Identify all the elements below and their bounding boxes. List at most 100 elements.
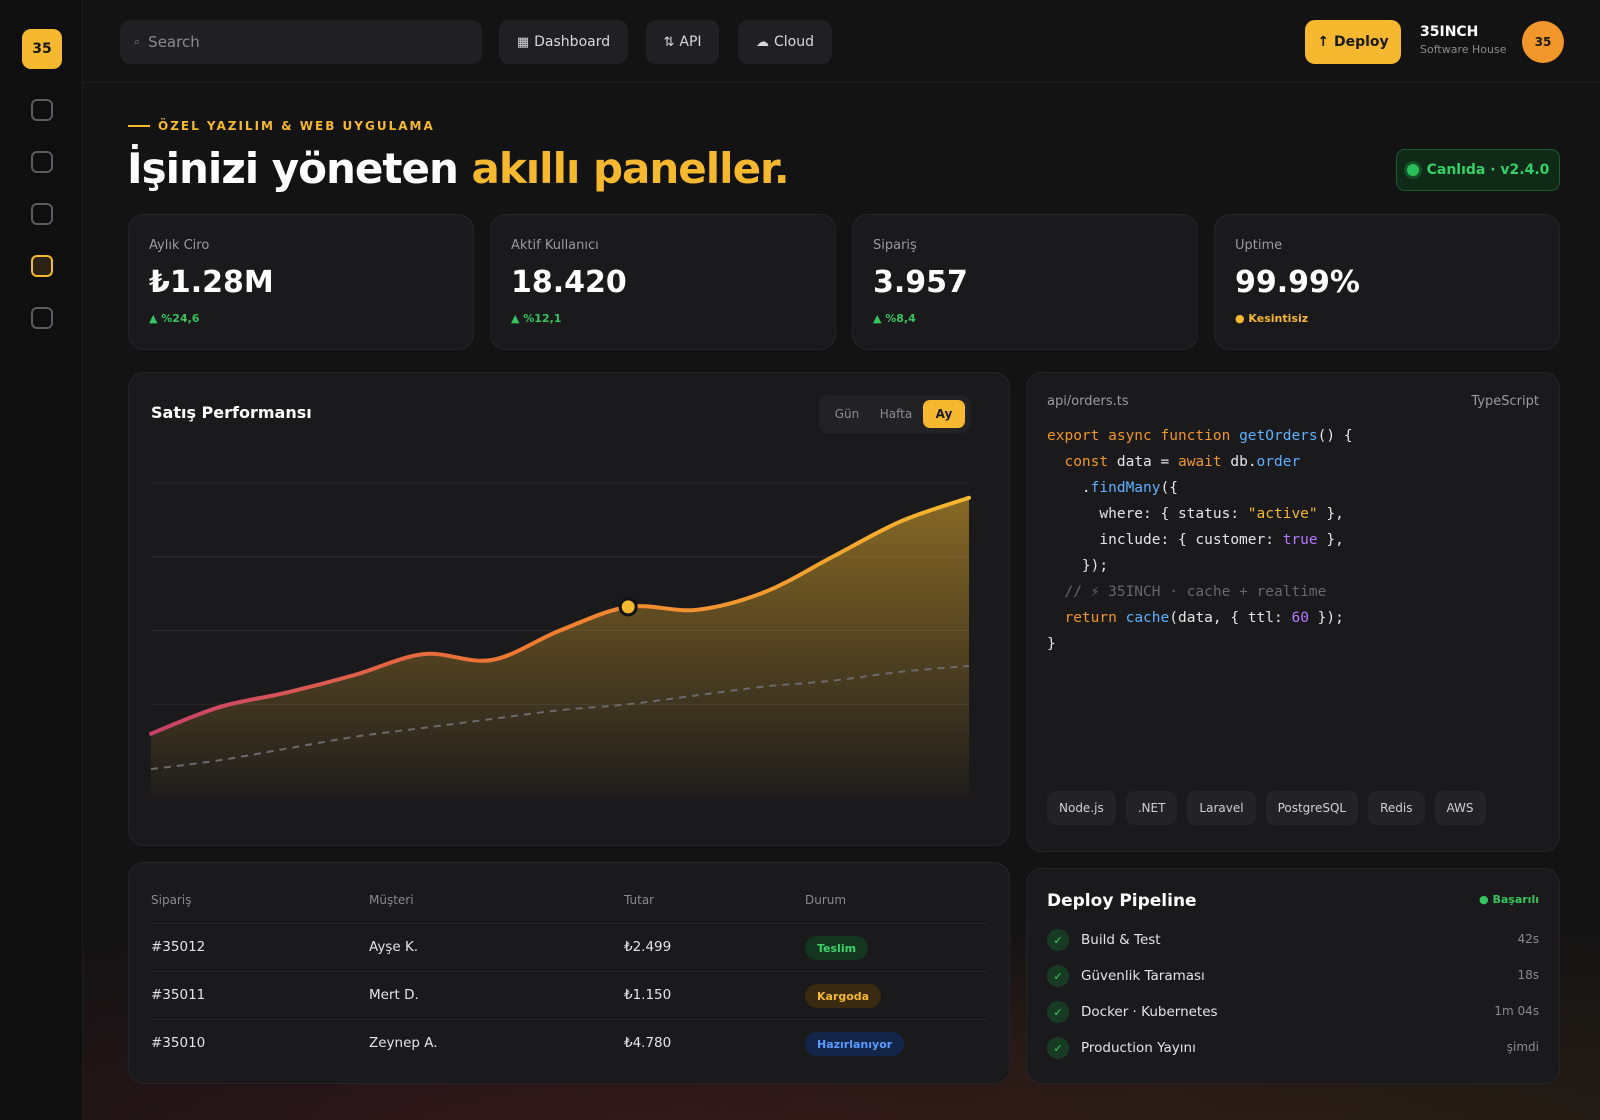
- pipeline-title: Deploy Pipeline: [1047, 891, 1197, 911]
- column-header-customer: Müşteri: [369, 893, 414, 907]
- page-title-main: İşinizi yöneten: [127, 144, 472, 193]
- dashboard-icon: ▦: [516, 34, 530, 50]
- tech-tag[interactable]: Laravel: [1187, 791, 1256, 825]
- pipeline-step: ✓ Build & Test 42s: [1047, 925, 1539, 955]
- stat-label: Aktif Kullanıcı: [511, 238, 599, 253]
- table-row[interactable]: #35010 Zeynep A. ₺4.780 Hazırlanıyor: [151, 1019, 987, 1067]
- code-card: api/orders.ts TypeScript export async fu…: [1026, 372, 1560, 852]
- check-icon: ✓: [1047, 929, 1069, 951]
- column-header-order: Sipariş: [151, 893, 192, 907]
- column-header-status: Durum: [805, 893, 847, 907]
- step-name: Build & Test: [1081, 932, 1161, 948]
- sidebar-item-3-icon[interactable]: [31, 203, 53, 225]
- status-badge: Teslim: [805, 936, 869, 960]
- sidebar-item-1-icon[interactable]: [31, 99, 53, 121]
- nav-cloud-label: Cloud: [774, 34, 814, 50]
- customer-name: Mert D.: [369, 987, 419, 1003]
- search-box[interactable]: ⌕: [120, 20, 482, 64]
- order-amount: ₺4.780: [624, 1035, 672, 1051]
- stat-delta: ▲ %12,1: [511, 312, 562, 325]
- stat-value: 18.420: [511, 265, 627, 300]
- eyebrow-line: [128, 125, 150, 127]
- sales-chart-card: Satış Performansı Gün Hafta Ay: [128, 372, 1010, 846]
- order-amount: ₺1.150: [624, 987, 672, 1003]
- pipeline-step: ✓ Production Yayını şimdi: [1047, 1033, 1539, 1063]
- sales-chart: [149, 482, 971, 798]
- tech-tag[interactable]: PostgreSQL: [1265, 791, 1359, 825]
- step-time: 1m 04s: [1494, 1004, 1539, 1018]
- brand-name: 35INCH: [1420, 24, 1479, 40]
- stat-card-orders: Sipariş 3.957 ▲ %8,4: [852, 214, 1198, 350]
- tech-tag[interactable]: .NET: [1125, 791, 1178, 825]
- highlight-point[interactable]: [618, 597, 638, 617]
- order-id: #35011: [151, 987, 206, 1003]
- stat-value: 3.957: [873, 265, 968, 300]
- nav-dashboard-label: Dashboard: [534, 34, 611, 50]
- orders-table-card: Sipariş Müşteri Tutar Durum #35012 Ayşe …: [128, 862, 1010, 1084]
- api-icon: ⇅: [663, 34, 675, 50]
- customer-name: Ayşe K.: [369, 939, 419, 955]
- tech-tags: Node.js .NET Laravel PostgreSQL Redis AW…: [1047, 791, 1486, 825]
- code-filename: api/orders.ts: [1047, 394, 1129, 409]
- pipeline-status: ● Başarılı: [1479, 893, 1539, 906]
- stat-value: ₺1.28M: [149, 265, 274, 300]
- tech-tag[interactable]: AWS: [1434, 791, 1486, 825]
- step-name: Güvenlik Taraması: [1081, 968, 1205, 984]
- pipeline-step: ✓ Güvenlik Taraması 18s: [1047, 961, 1539, 991]
- page-title: İşinizi yöneten akıllı paneller.: [127, 144, 790, 193]
- nav-api-button[interactable]: ⇅ API: [646, 20, 719, 64]
- live-dot-icon: [1406, 164, 1419, 176]
- sidebar-item-5-icon[interactable]: [31, 307, 53, 329]
- stat-delta: ▲ %8,4: [873, 312, 916, 325]
- code-language: TypeScript: [1471, 394, 1539, 409]
- order-id: #35010: [151, 1035, 206, 1051]
- eyebrow: ÖZEL YAZILIM & WEB UYGULAMA: [128, 119, 435, 133]
- table-row[interactable]: #35011 Mert D. ₺1.150 Kargoda: [151, 971, 987, 1019]
- order-amount: ₺2.499: [624, 939, 672, 955]
- stat-card-uptime: Uptime 99.99% ● Kesintisiz: [1214, 214, 1560, 350]
- tech-tag[interactable]: Node.js: [1047, 791, 1116, 825]
- stat-value: 99.99%: [1235, 265, 1360, 300]
- stat-label: Uptime: [1235, 238, 1283, 253]
- live-status-badge: Canlıda · v2.4.0: [1396, 149, 1560, 191]
- order-id: #35012: [151, 939, 206, 955]
- cloud-icon: ☁: [756, 34, 769, 50]
- search-icon: ⌕: [134, 35, 141, 48]
- stat-delta: ▲ %24,6: [149, 312, 200, 325]
- status-badge: Kargoda: [805, 984, 882, 1008]
- code-snippet: export async function getOrders() { cons…: [1047, 428, 1353, 652]
- stat-label: Sipariş: [873, 238, 917, 253]
- customer-name: Zeynep A.: [369, 1035, 438, 1051]
- tech-tag[interactable]: Redis: [1368, 791, 1425, 825]
- stat-label: Aylık Ciro: [149, 238, 210, 253]
- deploy-pipeline-card: Deploy Pipeline ● Başarılı ✓ Build & Tes…: [1026, 868, 1560, 1084]
- avatar[interactable]: 35: [1522, 21, 1564, 63]
- column-header-amount: Tutar: [624, 893, 655, 907]
- sidebar-item-4-icon-active[interactable]: [31, 255, 53, 277]
- logo-badge[interactable]: 35: [22, 29, 62, 69]
- eyebrow-text: ÖZEL YAZILIM & WEB UYGULAMA: [158, 119, 435, 133]
- stat-delta: ● Kesintisiz: [1235, 312, 1309, 325]
- check-icon: ✓: [1047, 965, 1069, 987]
- step-time: 42s: [1517, 932, 1539, 946]
- search-input[interactable]: [148, 33, 449, 51]
- step-time: 18s: [1517, 968, 1539, 982]
- series-area: [151, 497, 969, 798]
- table-row[interactable]: #35012 Ayşe K. ₺2.499 Teslim: [151, 923, 987, 971]
- check-icon: ✓: [1047, 1001, 1069, 1023]
- check-icon: ✓: [1047, 1037, 1069, 1059]
- nav-dashboard-button[interactable]: ▦ Dashboard: [499, 20, 628, 64]
- sidebar: 35: [0, 0, 83, 1120]
- brand-subtitle: Software House: [1420, 43, 1507, 56]
- topbar: ⌕ ▦ Dashboard ⇅ API ☁ Cloud ↑ Deploy 35I…: [83, 0, 1600, 83]
- pipeline-step: ✓ Docker · Kubernetes 1m 04s: [1047, 997, 1539, 1027]
- status-badge: Hazırlanıyor: [805, 1032, 905, 1056]
- brand: 35INCH Software House: [1420, 24, 1506, 56]
- sidebar-item-2-icon[interactable]: [31, 151, 53, 173]
- step-name: Docker · Kubernetes: [1081, 1004, 1218, 1020]
- page-title-accent: akıllı paneller.: [471, 144, 790, 193]
- step-name: Production Yayını: [1081, 1040, 1196, 1056]
- deploy-button[interactable]: ↑ Deploy: [1305, 20, 1401, 64]
- nav-cloud-button[interactable]: ☁ Cloud: [738, 20, 832, 64]
- nav-api-label: API: [679, 34, 702, 50]
